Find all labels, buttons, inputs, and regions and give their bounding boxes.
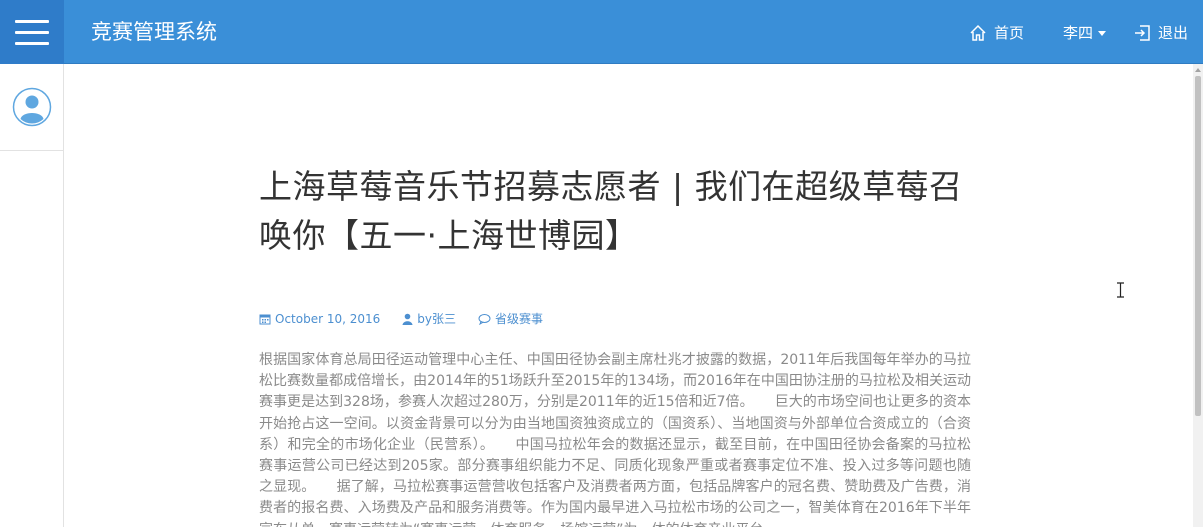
menu-line-icon (15, 19, 49, 23)
top-navbar: 竞赛管理系统 首页 李四 退出 (0, 0, 1203, 64)
comment-icon (478, 313, 491, 325)
menu-line-icon (15, 41, 49, 45)
meta-date: October 10, 2016 (259, 312, 380, 326)
article-category: 省级赛事 (495, 312, 544, 326)
text-cursor-icon (1117, 282, 1124, 298)
user-icon (402, 313, 413, 325)
app-title: 竞赛管理系统 (91, 20, 217, 44)
logout-icon (1135, 24, 1150, 41)
calendar-icon (259, 314, 271, 324)
scroll-up-arrow-icon[interactable] (1195, 68, 1201, 72)
article-title: 上海草莓音乐节招募志愿者 | 我们在超级草莓召唤你【五一·上海世博园】 (259, 167, 963, 255)
home-icon (970, 24, 986, 41)
sidebar (0, 64, 64, 527)
caret-down-icon (1098, 31, 1107, 36)
user-name: 李四 (1063, 24, 1094, 42)
avatar-container[interactable] (0, 64, 63, 151)
page-scrollbar[interactable] (1193, 64, 1203, 527)
nav-home-label: 首页 (994, 24, 1025, 42)
meta-author[interactable]: by张三 (402, 310, 456, 327)
article-body: 根据国家体育总局田径运动管理中心主任、中国田径协会副主席杜兆才披露的数据，201… (259, 352, 971, 527)
main-content: 上海草莓音乐节招募志愿者 | 我们在超级草莓召唤你【五一·上海世博园】 Octo… (65, 64, 1193, 527)
article: 上海草莓音乐节招募志愿者 | 我们在超级草莓召唤你【五一·上海世博园】 Octo… (259, 162, 971, 527)
menu-line-icon (15, 30, 49, 34)
hamburger-menu-button[interactable] (0, 0, 64, 64)
article-date: October 10, 2016 (275, 311, 381, 326)
scrollbar-thumb[interactable] (1195, 76, 1201, 416)
logout-label: 退出 (1158, 24, 1189, 42)
article-meta: October 10, 2016 by张三 省级赛事 (259, 310, 971, 327)
nav-home-link[interactable]: 首页 (969, 22, 1024, 43)
meta-category[interactable]: 省级赛事 (478, 310, 543, 327)
article-author: by张三 (417, 312, 457, 326)
user-dropdown[interactable]: 李四 (1063, 22, 1107, 43)
logout-link[interactable]: 退出 (1133, 22, 1188, 43)
user-avatar-icon (12, 87, 51, 127)
